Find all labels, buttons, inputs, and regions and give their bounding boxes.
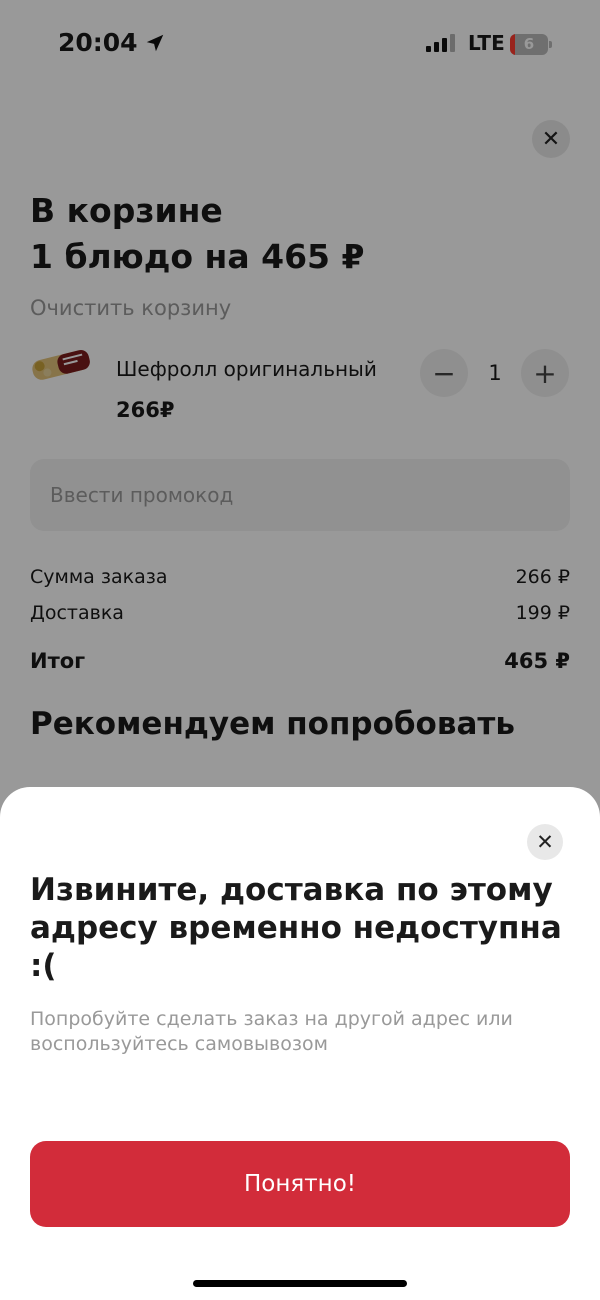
home-indicator [193,1280,407,1287]
delivery-unavailable-sheet: ✕ Извините, доставка по этому адресу вре… [0,787,600,1300]
ok-button[interactable]: Понятно! [30,1141,570,1227]
close-icon: ✕ [536,830,554,854]
sheet-subtitle: Попробуйте сделать заказ на другой адрес… [30,1008,513,1055]
close-sheet-button[interactable]: ✕ [527,824,563,860]
sheet-title: Извините, доставка по этому адресу време… [30,872,562,984]
